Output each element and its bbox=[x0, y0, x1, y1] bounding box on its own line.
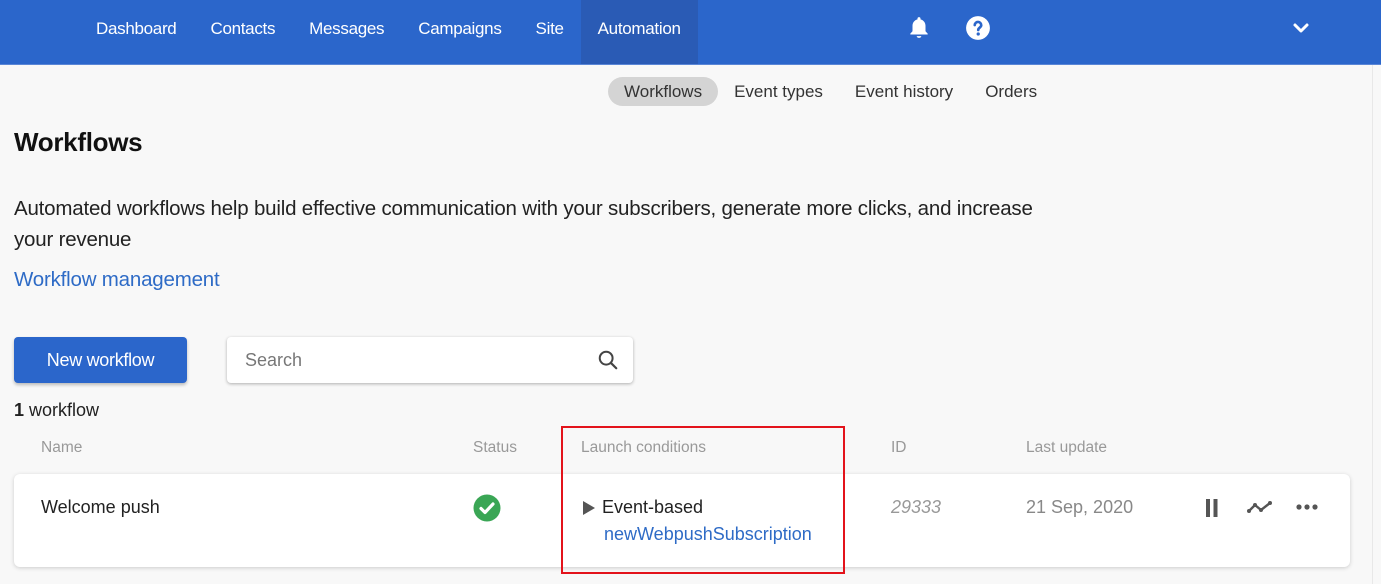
status-active-icon bbox=[473, 494, 501, 522]
statistics-icon[interactable] bbox=[1246, 494, 1274, 522]
subnav-workflows[interactable]: Workflows bbox=[608, 77, 719, 106]
sub-navigation: Workflows Event types Event history Orde… bbox=[608, 77, 1053, 106]
table-row[interactable]: Welcome push Event-based newWebpushSubsc… bbox=[14, 474, 1350, 567]
column-header-status[interactable]: Status bbox=[473, 439, 517, 457]
column-header-id[interactable]: ID bbox=[891, 439, 907, 457]
column-header-last-update[interactable]: Last update bbox=[1026, 439, 1107, 457]
main-nav: Dashboard Contacts Messages Campaigns Si… bbox=[79, 0, 698, 64]
workflow-count-number: 1 bbox=[14, 400, 25, 420]
page-description: Automated workflows help build effective… bbox=[14, 197, 1033, 251]
page-scrollbar-edge bbox=[1372, 65, 1373, 584]
pause-icon[interactable] bbox=[1198, 494, 1226, 522]
column-header-name[interactable]: Name bbox=[41, 439, 82, 457]
subnav-event-types[interactable]: Event types bbox=[718, 77, 839, 106]
nav-messages[interactable]: Messages bbox=[292, 0, 401, 64]
subnav-orders[interactable]: Orders bbox=[969, 77, 1053, 106]
nav-site[interactable]: Site bbox=[519, 0, 581, 64]
top-navigation-bar: Dashboard Contacts Messages Campaigns Si… bbox=[0, 0, 1381, 65]
chevron-down-icon[interactable] bbox=[1291, 18, 1311, 38]
nav-campaigns[interactable]: Campaigns bbox=[401, 0, 518, 64]
subnav-event-history[interactable]: Event history bbox=[839, 77, 969, 106]
workflow-count-label: workflow bbox=[29, 400, 100, 420]
last-update-date: 21 Sep, 2020 bbox=[1026, 497, 1134, 517]
search-icon[interactable] bbox=[597, 349, 619, 371]
workflow-management-link[interactable]: Workflow management bbox=[14, 268, 220, 292]
workflow-id: 29333 bbox=[891, 497, 942, 517]
new-workflow-button[interactable]: New workflow bbox=[14, 337, 187, 383]
trigger-event-link[interactable]: newWebpushSubscription bbox=[604, 524, 812, 545]
workflow-name[interactable]: Welcome push bbox=[41, 497, 160, 518]
nav-contacts[interactable]: Contacts bbox=[193, 0, 292, 64]
nav-dashboard[interactable]: Dashboard bbox=[79, 0, 193, 64]
nav-automation[interactable]: Automation bbox=[580, 0, 698, 64]
search-box bbox=[227, 337, 633, 383]
bell-icon[interactable] bbox=[906, 15, 932, 41]
more-options-icon[interactable] bbox=[1293, 494, 1321, 522]
workflow-count: 1 workflow bbox=[14, 400, 99, 421]
expand-arrow-icon[interactable] bbox=[582, 500, 596, 516]
search-input[interactable] bbox=[245, 337, 585, 383]
column-header-launch-conditions[interactable]: Launch conditions bbox=[581, 439, 706, 457]
trigger-type: Event-based bbox=[602, 497, 704, 517]
page-title: Workflows bbox=[14, 127, 143, 157]
help-icon[interactable] bbox=[965, 15, 991, 41]
